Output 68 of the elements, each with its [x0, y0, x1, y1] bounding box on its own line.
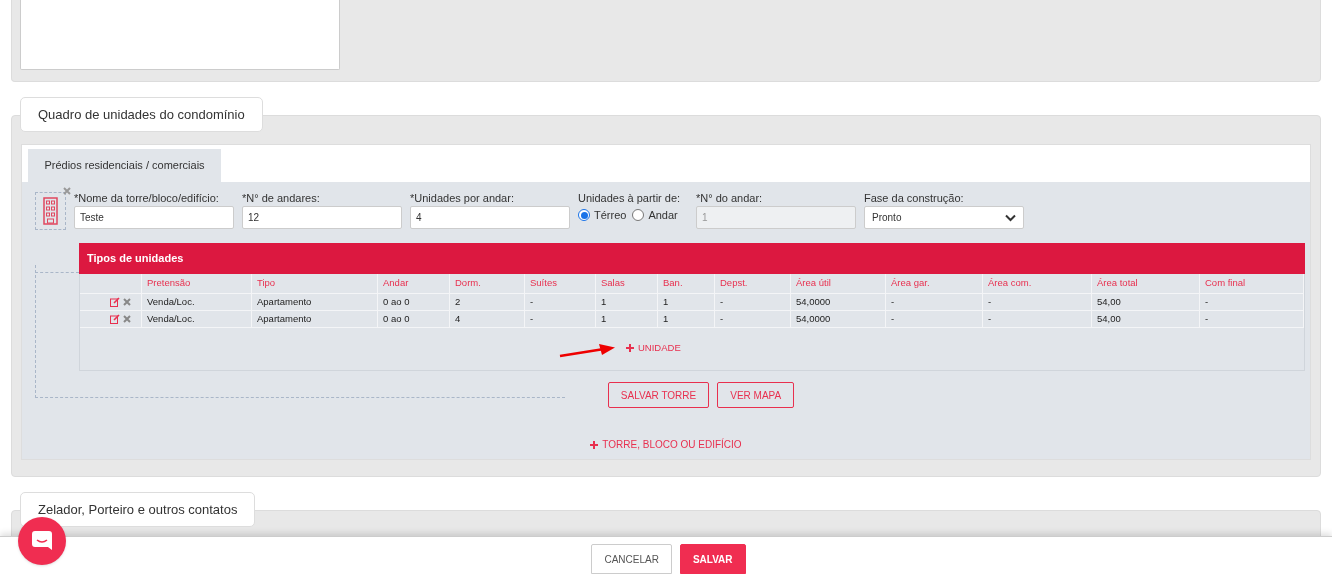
- text-field[interactable]: 12: [242, 206, 402, 229]
- field-label: Fase da construção:: [864, 191, 965, 205]
- section-title: Quadro de unidades do condomínio: [20, 97, 263, 132]
- delete-icon[interactable]: [123, 315, 131, 323]
- building-icon: [35, 192, 66, 230]
- cancel-button[interactable]: CANCELAR: [591, 544, 672, 574]
- field-label: *Unidades por andar:: [410, 191, 515, 205]
- delete-icon[interactable]: [123, 298, 131, 306]
- table-cell: Apartamento: [252, 311, 378, 327]
- column-header: Ban.: [658, 274, 715, 293]
- column-header: Depst.: [715, 274, 791, 293]
- chevron-icon: [1005, 213, 1016, 222]
- table-cell: 0 ao 0: [378, 311, 450, 327]
- table-header-bar: Tipos de unidades: [79, 243, 1305, 274]
- table-cell: -: [1200, 311, 1304, 327]
- table-cell: -: [886, 294, 983, 310]
- field-label: Unidades à partir de:: [578, 191, 682, 205]
- tab[interactable]: Prédios residenciais / comerciais: [28, 149, 221, 182]
- column-header: Área com.: [983, 274, 1092, 293]
- column-header: Suítes: [525, 274, 596, 293]
- table-cell: Venda/Loc.: [142, 294, 252, 310]
- table-cell: 1: [596, 311, 658, 327]
- column-header: Tipo: [252, 274, 378, 293]
- field-label: *Nome da torre/bloco/edifício:: [74, 191, 220, 205]
- field-label: *N° do andar:: [696, 191, 764, 205]
- text-area[interactable]: [20, 0, 340, 70]
- column-header: Área útil: [791, 274, 886, 293]
- select-field[interactable]: Pronto: [864, 206, 1024, 229]
- table-cell: -: [1200, 294, 1304, 310]
- close-icon[interactable]: [63, 187, 71, 195]
- table-cell: 4: [450, 311, 525, 327]
- save-button[interactable]: SALVAR: [679, 544, 746, 574]
- table-cell: 54,0000: [791, 311, 886, 327]
- table-cell: Venda/Loc.: [142, 311, 252, 327]
- table-cell: -: [525, 294, 596, 310]
- table-cell: 1: [658, 311, 715, 327]
- edit-icon[interactable]: [110, 297, 120, 307]
- table-cell: -: [983, 294, 1092, 310]
- table-cell: -: [983, 311, 1092, 327]
- table-cell: 1: [596, 294, 658, 310]
- table-cell: Apartamento: [252, 294, 378, 310]
- table-cell: 2: [450, 294, 525, 310]
- table-cell: 54,00: [1092, 311, 1200, 327]
- radio-option[interactable]: Térreo: [578, 207, 627, 224]
- plus-icon: [626, 344, 634, 353]
- edit-icon[interactable]: [110, 314, 120, 324]
- column-header: Com final: [1200, 274, 1304, 293]
- table-cell: 54,00: [1092, 294, 1200, 310]
- chat-icon: [31, 530, 53, 552]
- column-header: Pretensão: [142, 274, 252, 293]
- column-header: Dorm.: [450, 274, 525, 293]
- table-cell: -: [715, 311, 791, 327]
- column-header: Salas: [596, 274, 658, 293]
- table-cell: -: [525, 311, 596, 327]
- table-cell: -: [886, 311, 983, 327]
- column-header: Área gar.: [886, 274, 983, 293]
- table-cell: -: [715, 294, 791, 310]
- table-cell: 54,0000: [791, 294, 886, 310]
- text-field[interactable]: Teste: [74, 206, 234, 229]
- text-field[interactable]: 4: [410, 206, 570, 229]
- radio-option[interactable]: Andar: [632, 207, 678, 224]
- table-cell: 0 ao 0: [378, 294, 450, 310]
- pointer-arrow: [559, 344, 616, 358]
- plus-icon: [590, 440, 599, 449]
- field-label: *N° de andares:: [242, 191, 321, 205]
- column-header: Andar: [378, 274, 450, 293]
- column-header: Área total: [1092, 274, 1200, 293]
- table-cell: 1: [658, 294, 715, 310]
